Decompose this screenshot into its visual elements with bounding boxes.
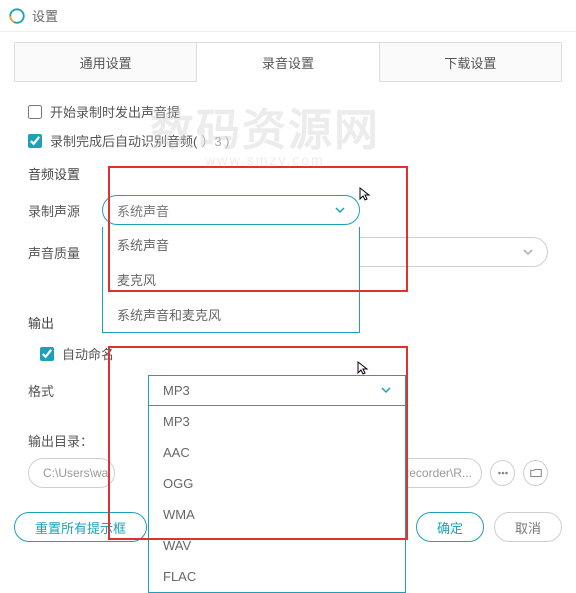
chevron-down-icon (335, 203, 345, 218)
content-area: 开始录制时发出声音提 录制完成后自动识别音频( ）3 ) 音频设置 录制声源 系… (0, 82, 576, 585)
title-bar: 设置 (0, 0, 576, 32)
option-system-sound[interactable]: 系统声音 (103, 227, 359, 262)
checkbox-beep-on-start[interactable]: 开始录制时发出声音提 (28, 102, 548, 121)
tab-record[interactable]: 录音设置 (197, 42, 379, 82)
select-record-source-value: 系统声音 (117, 201, 169, 220)
checkbox-auto-id3[interactable]: 录制完成后自动识别音频( ）3 ) (28, 131, 548, 150)
checkbox-auto-id3-suffix: ）3 ) (201, 131, 229, 150)
select-format[interactable]: MP3 MP3 AAC OGG WMA WAV FLAC (148, 375, 406, 593)
checkbox-auto-name[interactable]: 自动命名 (40, 344, 548, 363)
section-audio-title: 音频设置 (28, 164, 548, 183)
open-folder-button[interactable] (523, 460, 548, 486)
ok-button[interactable]: 确定 (416, 512, 484, 542)
checkbox-auto-id3-label: 录制完成后自动识别音频( (50, 131, 197, 150)
label-record-source: 录制声源 (28, 201, 102, 220)
checkbox-auto-name-box[interactable] (40, 347, 54, 361)
output-path-left[interactable]: C:\Users\wa (28, 458, 115, 488)
checkbox-beep-on-start-label: 开始录制时发出声音提 (50, 102, 180, 121)
reset-button[interactable]: 重置所有提示框 (14, 512, 147, 542)
label-sound-quality: 声音质量 (28, 243, 102, 262)
chevron-down-icon (381, 383, 391, 398)
option-aac[interactable]: AAC (149, 437, 405, 468)
dropdown-record-source: 系统声音 麦克风 系统声音和麦克风 (102, 227, 360, 333)
window-title: 设置 (32, 6, 58, 25)
option-flac[interactable]: FLAC (149, 561, 405, 592)
chevron-down-icon (523, 245, 533, 260)
option-system-and-mic[interactable]: 系统声音和麦克风 (103, 297, 359, 332)
label-format: 格式 (28, 375, 102, 400)
option-ogg[interactable]: OGG (149, 468, 405, 499)
select-format-value: MP3 (163, 383, 190, 398)
option-wma[interactable]: WMA (149, 499, 405, 530)
checkbox-beep-on-start-box[interactable] (28, 105, 42, 119)
select-record-source[interactable]: 系统声音 (102, 195, 360, 225)
tab-download[interactable]: 下载设置 (380, 42, 562, 81)
label-output-dir: 输出目录： (28, 431, 102, 450)
cancel-button[interactable]: 取消 (494, 512, 562, 542)
checkbox-auto-name-label: 自动命名 (62, 344, 114, 363)
option-mp3[interactable]: MP3 (149, 406, 405, 437)
app-logo-icon (8, 7, 26, 25)
option-microphone[interactable]: 麦克风 (103, 262, 359, 297)
browse-button[interactable] (490, 460, 515, 486)
settings-tabs: 通用设置 录音设置 下载设置 (14, 42, 562, 82)
checkbox-auto-id3-box[interactable] (28, 134, 42, 148)
tab-general[interactable]: 通用设置 (14, 42, 197, 81)
